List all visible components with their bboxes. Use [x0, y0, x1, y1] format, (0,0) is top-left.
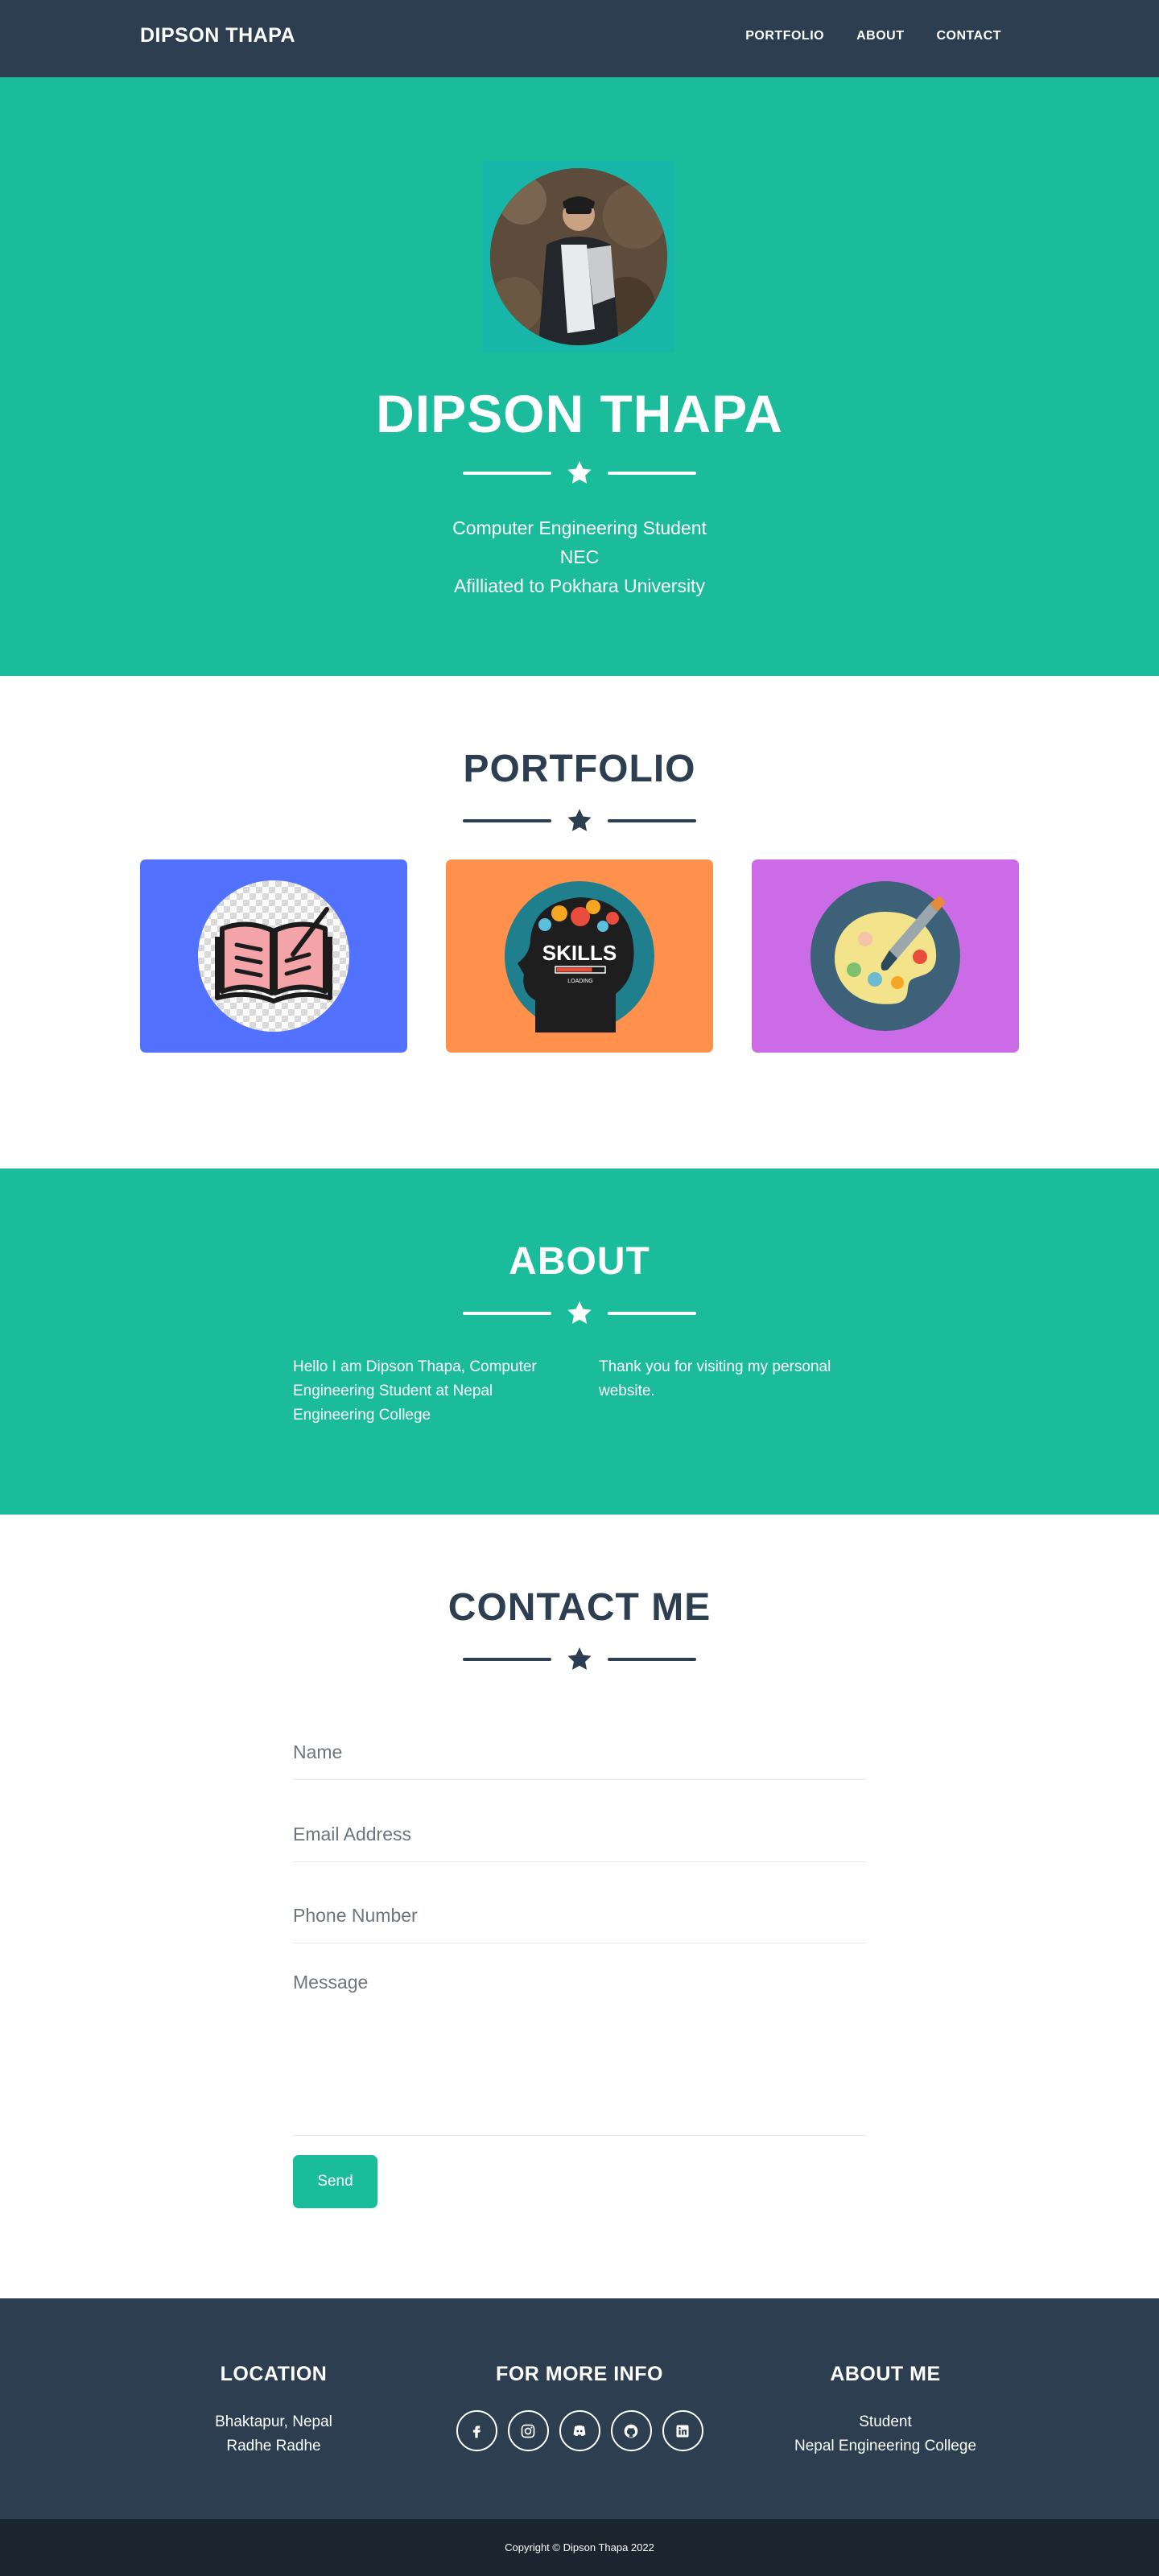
- about-section: ABOUT Hello I am Dipson Thapa, Computer …: [0, 1168, 1159, 1515]
- hero-subtitle: Computer Engineering Student NEC Afillia…: [0, 513, 1159, 600]
- facebook-icon[interactable]: [456, 2410, 497, 2451]
- footer-location-line-2: Radhe Radhe: [226, 2438, 321, 2454]
- portfolio-title: PORTFOLIO: [463, 748, 696, 790]
- email-field-wrapper: [293, 1807, 866, 1862]
- name-field-wrapper: [293, 1725, 866, 1780]
- star-icon: [551, 805, 608, 837]
- footer-location-line-1: Bhaktapur, Nepal: [215, 2413, 332, 2430]
- skills-head-icon: SKILLS LOADING: [505, 881, 654, 1032]
- portfolio-star-divider: [0, 805, 1159, 837]
- skills-label: SKILLS: [542, 941, 617, 965]
- star-icon: [551, 1297, 608, 1329]
- phone-field-wrapper: [293, 1889, 866, 1943]
- portfolio-card-palette[interactable]: [752, 859, 1019, 1053]
- open-book-icon: [198, 880, 349, 1032]
- portfolio-section: PORTFOLIO SKILLS LOADING: [0, 676, 1159, 1168]
- social-links: [410, 2410, 749, 2451]
- footer-about-me-heading: ABOUT ME: [830, 2363, 941, 2385]
- nav-link-about[interactable]: ABOUT: [856, 29, 904, 43]
- footer-location-heading: LOCATION: [220, 2363, 328, 2385]
- about-title: ABOUT: [509, 1240, 650, 1283]
- hero-line-2: NEC: [559, 546, 600, 567]
- github-icon[interactable]: [610, 2410, 652, 2451]
- navbar: DIPSON THAPA PORTFOLIO ABOUT CONTACT: [0, 0, 1159, 77]
- footer-more-info-heading: FOR MORE INFO: [496, 2363, 663, 2385]
- skills-sublabel: LOADING: [567, 979, 593, 984]
- footer-more-info: FOR MORE INFO: [410, 2363, 749, 2451]
- footer-about-me: ABOUT ME Student Nepal Engineering Colle…: [716, 2363, 1054, 2459]
- brand-logo[interactable]: DIPSON THAPA: [140, 24, 295, 47]
- portfolio-card-book[interactable]: [140, 859, 407, 1053]
- nav-link-contact[interactable]: CONTACT: [936, 29, 1001, 43]
- masthead: DIPSON THAPA Computer Engineering Studen…: [0, 77, 1159, 676]
- avatar-frame: [483, 161, 674, 352]
- phone-input[interactable]: [293, 1889, 866, 1943]
- hero-line-3: Afilliated to Pokhara University: [454, 575, 705, 596]
- footer-location: LOCATION Bhaktapur, Nepal Radhe Radhe: [105, 2363, 443, 2459]
- nav-link-portfolio[interactable]: PORTFOLIO: [745, 29, 824, 43]
- nav-links: PORTFOLIO ABOUT CONTACT: [745, 29, 1001, 43]
- linkedin-icon[interactable]: [662, 2410, 703, 2451]
- star-icon: [551, 1643, 608, 1675]
- paint-palette-icon: [810, 881, 960, 1031]
- contact-star-divider: [0, 1643, 1159, 1675]
- footer-about-me-line-1: Student: [859, 2413, 912, 2430]
- about-star-divider: [0, 1297, 1159, 1329]
- hero-line-1: Computer Engineering Student: [452, 517, 707, 538]
- contact-section: CONTACT ME Send: [0, 1515, 1159, 2298]
- name-input[interactable]: [293, 1725, 866, 1779]
- hero-name: DIPSON THAPA: [376, 384, 783, 443]
- message-field-wrapper: [293, 1972, 866, 2136]
- about-text-right: Thank you for visiting my personal websi…: [599, 1358, 831, 1399]
- contact-title: CONTACT ME: [448, 1586, 711, 1629]
- footer: LOCATION Bhaktapur, Nepal Radhe Radhe FO…: [0, 2298, 1159, 2519]
- message-textarea[interactable]: [293, 1972, 866, 2135]
- footer-about-me-line-2: Nepal Engineering College: [794, 2438, 977, 2454]
- discord-icon[interactable]: [559, 2410, 600, 2451]
- hero-star-divider: [0, 457, 1159, 489]
- email-input[interactable]: [293, 1807, 866, 1861]
- portfolio-card-skills[interactable]: SKILLS LOADING: [446, 859, 713, 1053]
- about-text-left: Hello I am Dipson Thapa, Computer Engine…: [293, 1358, 537, 1424]
- send-button[interactable]: Send: [293, 2155, 377, 2208]
- copyright-text: Copyright © Dipson Thapa 2022: [0, 2519, 1159, 2576]
- star-icon: [551, 457, 608, 489]
- instagram-icon[interactable]: [507, 2410, 549, 2451]
- profile-avatar: [490, 168, 667, 345]
